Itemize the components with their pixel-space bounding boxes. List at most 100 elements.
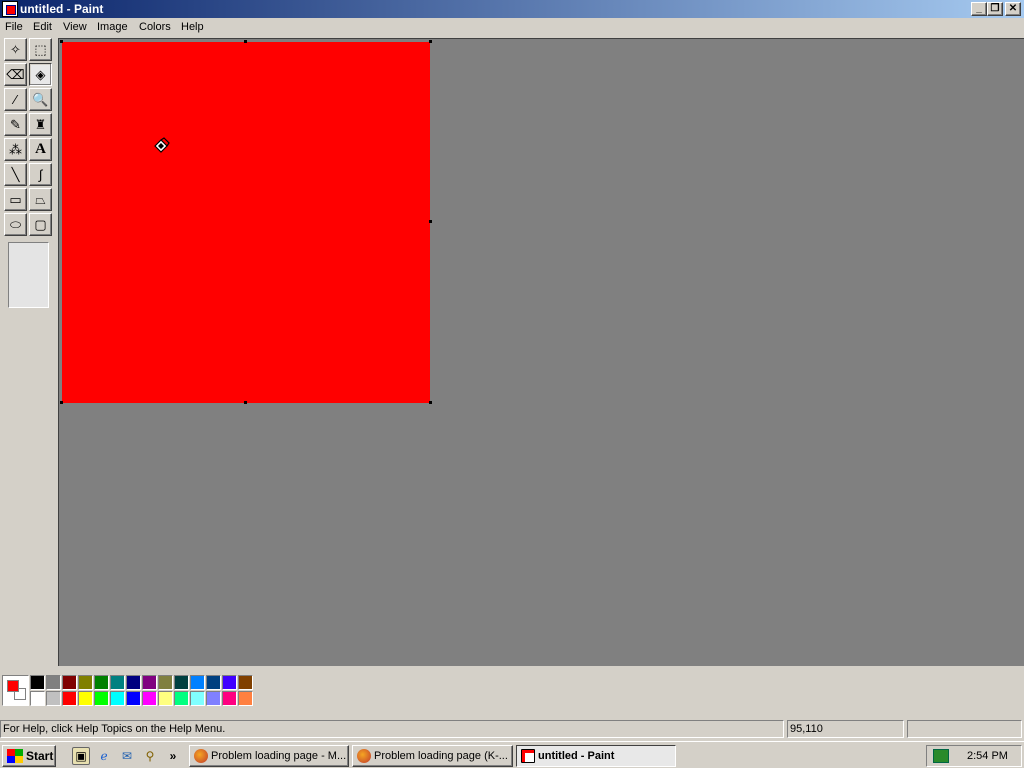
palette	[30, 675, 256, 707]
menu-file[interactable]: File	[5, 21, 23, 33]
palette-swatch[interactable]	[238, 691, 253, 706]
polygon-tool-button[interactable]: ⏢	[29, 188, 52, 211]
window-title: untitled - Paint	[20, 2, 104, 16]
resize-handle-corner[interactable]	[429, 401, 432, 404]
palette-swatch[interactable]	[46, 675, 61, 690]
menu-image[interactable]: Image	[97, 21, 128, 33]
palette-swatch[interactable]	[62, 691, 77, 706]
palette-swatch[interactable]	[206, 675, 221, 690]
status-bar: For Help, click Help Topics on the Help …	[0, 718, 1024, 740]
polygon-icon: ⏢	[35, 191, 46, 207]
airbrush-tool-button[interactable]: ⁂	[4, 138, 27, 161]
line-icon: ╲	[11, 166, 20, 182]
menu-view[interactable]: View	[63, 21, 87, 33]
select-icon: ⬚	[34, 41, 47, 57]
tool-options-box[interactable]	[8, 242, 49, 308]
palette-swatch[interactable]	[62, 675, 77, 690]
resize-handle-top-left	[60, 40, 63, 43]
brush-tool-button[interactable]: ♜	[29, 113, 52, 136]
pick-color-tool-button[interactable]: ⁄	[4, 88, 27, 111]
firefox-icon	[357, 749, 371, 763]
restore-button[interactable]: ❐	[987, 2, 1003, 16]
current-colors	[2, 675, 29, 706]
curve-icon: ∫	[38, 167, 43, 182]
palette-swatch[interactable]	[174, 675, 189, 690]
eraser-tool-button[interactable]: ⌫	[4, 63, 27, 86]
start-button[interactable]: Start	[2, 745, 56, 767]
palette-swatch[interactable]	[30, 691, 45, 706]
fill-cursor-icon	[154, 137, 170, 153]
palette-swatch[interactable]	[94, 675, 109, 690]
palette-swatch[interactable]	[110, 691, 125, 706]
pencil-icon: ✎	[10, 116, 21, 132]
firefox-icon	[194, 749, 208, 763]
palette-swatch[interactable]	[190, 691, 205, 706]
menu-colors[interactable]: Colors	[139, 21, 171, 33]
clock[interactable]: 2:54 PM	[967, 750, 1008, 762]
resize-handle-top	[244, 40, 247, 43]
palette-swatch[interactable]	[142, 691, 157, 706]
network-tray-icon[interactable]	[933, 749, 949, 763]
palette-swatch[interactable]	[142, 675, 157, 690]
palette-swatch[interactable]	[46, 691, 61, 706]
resize-handle-bottom-left	[60, 401, 63, 404]
palette-swatch[interactable]	[222, 691, 237, 706]
palette-swatch[interactable]	[126, 675, 141, 690]
palette-swatch[interactable]	[78, 691, 93, 706]
resize-handle-top-right	[429, 40, 432, 43]
select-tool-button[interactable]: ⬚	[29, 38, 52, 61]
task-label: Problem loading page - M...	[211, 750, 347, 762]
free-form-select-tool-button[interactable]: ✧	[4, 38, 27, 61]
text-tool-button[interactable]: A	[29, 138, 52, 161]
toolbox: ✧ ⬚ ⌫ ◈ ⁄ 🔍 ✎ ♜ ⁂ A ╲ ∫ ▭ ⏢ ⬭ ▢	[0, 38, 57, 666]
palette-swatch[interactable]	[206, 691, 221, 706]
free-form-select-icon: ✧	[10, 41, 21, 57]
palette-swatch[interactable]	[174, 691, 189, 706]
pencil-tool-button[interactable]: ✎	[4, 113, 27, 136]
palette-swatch[interactable]	[222, 675, 237, 690]
ellipse-tool-button[interactable]: ⬭	[4, 213, 27, 236]
palette-swatch[interactable]	[158, 691, 173, 706]
start-label: Start	[26, 749, 54, 763]
resize-handle-bottom[interactable]	[244, 401, 247, 404]
task-label: Problem loading page (K-...	[374, 750, 508, 762]
show-desktop-icon[interactable]: ▣	[72, 747, 90, 765]
text-icon: A	[35, 141, 46, 157]
palette-swatch[interactable]	[110, 675, 125, 690]
line-tool-button[interactable]: ╲	[4, 163, 27, 186]
task-label: untitled - Paint	[538, 750, 615, 762]
more-quick-launch-icon[interactable]: »	[164, 747, 182, 765]
curve-tool-button[interactable]: ∫	[29, 163, 52, 186]
outlook-express-icon[interactable]: ✉	[118, 747, 136, 765]
rounded-rectangle-tool-button[interactable]: ▢	[29, 213, 52, 236]
task-button-paint[interactable]: untitled - Paint	[516, 745, 676, 767]
palette-swatch[interactable]	[190, 675, 205, 690]
close-button[interactable]: ✕	[1005, 2, 1021, 16]
palette-swatch[interactable]	[126, 691, 141, 706]
palette-swatch[interactable]	[238, 675, 253, 690]
resize-handle-right[interactable]	[429, 220, 432, 223]
status-help-text: For Help, click Help Topics on the Help …	[0, 720, 784, 738]
magnifier-tool-button[interactable]: 🔍	[29, 88, 52, 111]
foreground-color-swatch	[7, 680, 19, 692]
internet-explorer-icon[interactable]: ℯ	[95, 747, 113, 765]
palette-swatch[interactable]	[30, 675, 45, 690]
task-button-firefox-1[interactable]: Problem loading page - M...	[189, 745, 349, 767]
minimize-button[interactable]: _	[971, 2, 987, 16]
menu-help[interactable]: Help	[181, 21, 204, 33]
paint-icon	[521, 749, 535, 763]
system-tray: 2:54 PM	[926, 745, 1022, 767]
palette-swatch[interactable]	[158, 675, 173, 690]
title-bar[interactable]: untitled - Paint _ ❐ ✕	[0, 0, 1024, 18]
search-icon[interactable]: ⚲	[141, 747, 159, 765]
drawing-workspace[interactable]	[58, 38, 1024, 666]
fill-with-color-tool-button[interactable]: ◈	[29, 63, 52, 86]
palette-swatch[interactable]	[94, 691, 109, 706]
drawing-canvas[interactable]	[62, 42, 430, 403]
task-button-firefox-2[interactable]: Problem loading page (K-...	[352, 745, 513, 767]
airbrush-icon: ⁂	[9, 141, 22, 157]
paint-app-icon[interactable]	[2, 1, 18, 17]
palette-swatch[interactable]	[78, 675, 93, 690]
menu-edit[interactable]: Edit	[33, 21, 52, 33]
rectangle-tool-button[interactable]: ▭	[4, 188, 27, 211]
